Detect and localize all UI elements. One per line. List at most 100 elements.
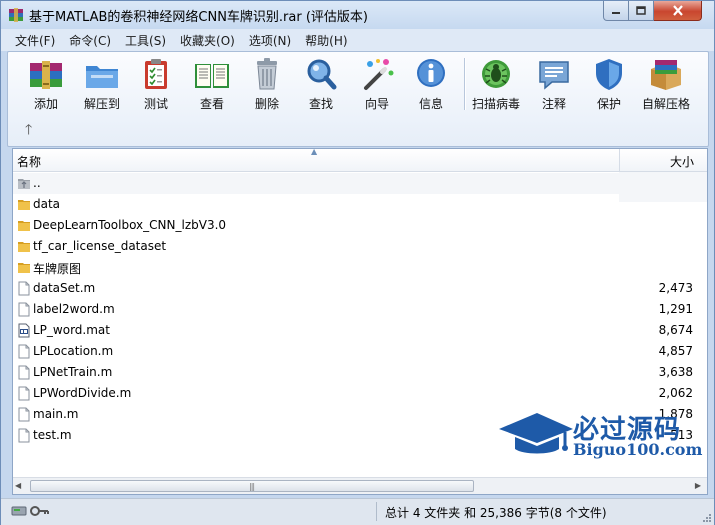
comment-label: 注释	[541, 97, 566, 111]
file-name: 车牌原图	[33, 262, 82, 276]
mat-file-icon	[18, 323, 30, 338]
file-row[interactable]: LPLocation.m 4,857	[13, 341, 693, 362]
test-button[interactable]: 测试	[129, 55, 183, 111]
extract-button[interactable]: 解压到	[75, 55, 129, 111]
menu-help[interactable]: 帮助(H)	[298, 32, 354, 49]
info-icon	[417, 59, 445, 87]
virus-scan-label: 扫描病毒	[471, 97, 520, 111]
minimize-button[interactable]	[603, 1, 629, 21]
menu-options[interactable]: 选项(N)	[242, 32, 298, 49]
view-button[interactable]: 查看	[185, 55, 239, 111]
toolbar-separator	[464, 58, 465, 110]
file-name: label2word.m	[33, 302, 115, 316]
menu-tools[interactable]: 工具(S)	[118, 32, 173, 49]
clipboard-check-icon	[145, 59, 167, 89]
status-summary: 总计 4 文件夹 和 25,386 字节(8 个文件)	[385, 506, 607, 520]
magic-wand-icon	[364, 59, 394, 90]
menu-commands[interactable]: 命令(C)	[62, 32, 118, 49]
file-name: LPLocation.m	[33, 344, 114, 358]
winrar-window: 基于MATLAB的卷积神经网络CNN车牌识别.rar (评估版本) 文件(F) …	[0, 0, 715, 525]
folder-row[interactable]: tf_car_license_dataset	[13, 236, 619, 257]
folder-icon	[18, 263, 30, 273]
folder-row[interactable]: data	[13, 194, 619, 215]
delete-label: 删除	[254, 97, 279, 111]
file-name: data	[33, 197, 61, 211]
folder-row[interactable]: DeepLearnToolbox_CNN_lzbV3.0	[13, 215, 619, 236]
file-icon	[18, 344, 30, 359]
file-size: 2,473	[658, 281, 693, 295]
resize-grip-icon[interactable]	[702, 513, 712, 523]
virus-scan-button[interactable]: 扫描病毒	[469, 55, 523, 111]
graduation-cap-icon	[499, 413, 573, 454]
maximize-button[interactable]	[629, 1, 654, 21]
file-row[interactable]: label2word.m 1,291	[13, 299, 693, 320]
title-bar[interactable]: 基于MATLAB的卷积神经网络CNN车牌识别.rar (评估版本)	[1, 1, 714, 29]
scroll-left-icon[interactable]: ◀	[15, 481, 21, 490]
parent-folder-row[interactable]: ..	[13, 173, 707, 194]
comment-button[interactable]: 注释	[527, 55, 581, 111]
drive-key-icon[interactable]	[11, 504, 51, 518]
sfx-box-icon	[651, 60, 681, 90]
scrollbar-thumb[interactable]: |||	[30, 480, 474, 492]
folder-icon	[18, 200, 30, 210]
menu-file[interactable]: 文件(F)	[1, 32, 62, 49]
file-size: 3,638	[658, 365, 693, 379]
delete-button[interactable]: 删除	[240, 55, 294, 111]
parent-folder-icon	[18, 179, 30, 189]
protect-button[interactable]: 保护	[582, 55, 636, 111]
bug-icon	[482, 60, 510, 88]
file-icon	[18, 365, 30, 380]
open-book-icon	[195, 64, 229, 88]
watermark-site: Biguo100.com	[573, 440, 703, 459]
file-name: ..	[33, 176, 41, 190]
close-button[interactable]	[654, 1, 702, 21]
trash-can-icon	[257, 58, 277, 90]
info-button[interactable]: 信息	[404, 55, 458, 111]
folder-extract-icon	[86, 66, 118, 88]
add-button[interactable]: 添加	[19, 55, 73, 111]
file-icon	[18, 386, 30, 401]
file-name: dataSet.m	[33, 281, 96, 295]
info-label: 信息	[418, 97, 443, 111]
column-header-name[interactable]: 名称	[17, 153, 41, 170]
list-header: 名称 ▲ 大小	[13, 149, 707, 172]
status-bar: 总计 4 文件夹 和 25,386 字节(8 个文件)	[1, 498, 714, 525]
file-size: 4,857	[658, 344, 693, 358]
sfx-label: 自解压格	[641, 97, 690, 111]
file-row[interactable]: LPWordDivide.m 2,062	[13, 383, 693, 404]
find-button[interactable]: 查找	[294, 55, 348, 111]
file-size: 2,062	[658, 386, 693, 400]
menu-favorites[interactable]: 收藏夹(O)	[173, 32, 242, 49]
file-row[interactable]: dataSet.m 2,473	[13, 278, 693, 299]
folder-icon	[18, 221, 30, 231]
file-row[interactable]: LP_word.mat 8,674	[13, 320, 693, 341]
watermark: 必过源码 Biguo100.com	[497, 407, 702, 463]
wizard-button[interactable]: 向导	[350, 55, 404, 111]
minimize-icon	[612, 11, 620, 14]
menu-bar: 文件(F) 命令(C) 工具(S) 收藏夹(O) 选项(N) 帮助(H)	[1, 29, 714, 51]
archive-books-icon	[30, 61, 62, 89]
scroll-right-icon[interactable]: ▶	[695, 481, 701, 490]
file-name: tf_car_license_dataset	[33, 239, 167, 253]
find-label: 查找	[308, 97, 333, 111]
horizontal-scrollbar[interactable]: ◀ ||| ▶	[13, 477, 707, 494]
file-icon	[18, 302, 30, 317]
sort-ascending-icon: ▲	[311, 148, 318, 156]
file-name: LPNetTrain.m	[33, 365, 113, 379]
comment-bubble-icon	[539, 61, 569, 90]
extract-label: 解压到	[83, 97, 120, 111]
close-icon	[672, 5, 683, 16]
magnifier-icon	[307, 59, 337, 90]
file-name: LP_word.mat	[33, 323, 110, 337]
wizard-label: 向导	[364, 97, 389, 111]
window-title: 基于MATLAB的卷积神经网络CNN车牌识别.rar (评估版本)	[29, 10, 368, 25]
column-header-size-cell[interactable]: 大小	[619, 149, 707, 171]
folder-icon	[18, 242, 30, 252]
sfx-button[interactable]: 自解压格	[639, 55, 693, 111]
file-row[interactable]: LPNetTrain.m 3,638	[13, 362, 693, 383]
winrar-app-icon[interactable]	[8, 7, 24, 23]
add-label: 添加	[33, 97, 58, 111]
file-icon	[18, 407, 30, 422]
up-arrow-icon[interactable]: 🡑	[25, 122, 39, 138]
folder-row[interactable]: 车牌原图	[13, 257, 619, 278]
